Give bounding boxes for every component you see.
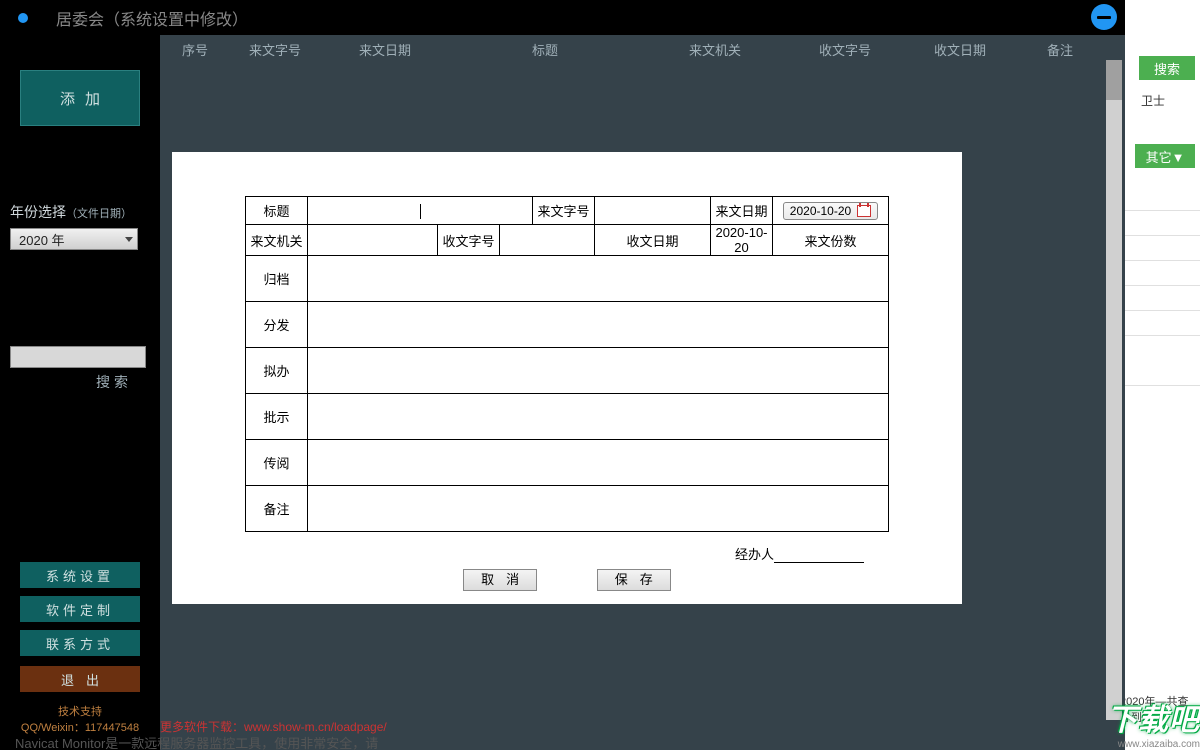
label-proposed: 拟办	[246, 348, 308, 394]
other-dropdown-button[interactable]: 其它▼	[1135, 144, 1195, 168]
label-docno: 来文字号	[533, 197, 595, 225]
col-recvdate: 收文日期	[905, 40, 1015, 59]
titlebar: 居委会（系统设置中修改）	[0, 0, 1125, 35]
col-fromorg: 来文机关	[645, 40, 785, 59]
label-docdate: 来文日期	[711, 197, 773, 225]
input-recvno[interactable]	[500, 225, 595, 256]
column-headers: 序号 来文字号 来文日期 标题 来文机关 收文字号 收文日期 备注	[165, 40, 1110, 59]
input-docno[interactable]	[595, 197, 711, 225]
label-remark: 备注	[246, 486, 308, 532]
input-docdate[interactable]: 2020-10-20	[773, 197, 889, 225]
col-docno: 来文字号	[225, 40, 325, 59]
label-distribute: 分发	[246, 302, 308, 348]
sidebar: 添加 年份选择（文件日期） 2020 年 搜索 系统设置 软件定制 联系方式 退…	[0, 35, 160, 750]
input-recvdate[interactable]: 2020-10-20	[711, 225, 773, 256]
handler-input-line[interactable]	[774, 562, 864, 563]
sidebar-search-input[interactable]	[10, 346, 146, 368]
window-title: 居委会（系统设置中修改）	[56, 6, 248, 30]
input-proposed[interactable]	[308, 348, 889, 394]
contact-button[interactable]: 联系方式	[20, 630, 140, 656]
right-text-fragment: 卫士	[1141, 92, 1165, 109]
label-recvdate: 收文日期	[595, 225, 711, 256]
label-circulate: 传阅	[246, 440, 308, 486]
calendar-icon[interactable]	[857, 205, 871, 217]
col-recvno: 收文字号	[785, 40, 905, 59]
input-approve[interactable]	[308, 394, 889, 440]
system-settings-button[interactable]: 系统设置	[20, 562, 140, 588]
app-indicator-icon	[18, 13, 28, 23]
footer-cut-text: Navicat Monitor是一款远程服务器监控工具，使用非常安全，请	[15, 733, 378, 752]
save-button[interactable]: 保存	[597, 569, 671, 591]
edit-dialog: 标题 来文字号 来文日期 2020-10-20 来文机关 收文字号 收文日期 2…	[172, 152, 962, 604]
input-distribute[interactable]	[308, 302, 889, 348]
handler-row: 经办人	[222, 544, 864, 563]
input-archive[interactable]	[308, 256, 889, 302]
exit-button[interactable]: 退出	[20, 666, 140, 692]
main-window: 居委会（系统设置中修改） 序号 来文字号 来文日期 标题 来文机关 收文字号 收…	[0, 0, 1125, 750]
minimize-button[interactable]	[1091, 4, 1117, 30]
label-fromorg: 来文机关	[246, 225, 308, 256]
form-table: 标题 来文字号 来文日期 2020-10-20 来文机关 收文字号 收文日期 2…	[245, 196, 889, 532]
input-remark[interactable]	[308, 486, 889, 532]
sidebar-search-label: 搜索	[10, 372, 150, 392]
label-archive: 归档	[246, 256, 308, 302]
input-circulate[interactable]	[308, 440, 889, 486]
col-docdate: 来文日期	[325, 40, 445, 59]
label-recvno: 收文字号	[438, 225, 500, 256]
col-title: 标题	[445, 40, 645, 59]
background-right-panel: 搜索 卫士 其它▼ 2020年—共查寻到0条	[1120, 0, 1200, 750]
vertical-scrollbar[interactable]	[1106, 60, 1122, 720]
label-copies: 来文份数	[773, 225, 889, 256]
input-title[interactable]	[308, 197, 533, 225]
cancel-button[interactable]: 取消	[463, 569, 537, 591]
search-button-right[interactable]: 搜索	[1139, 56, 1195, 80]
year-select-value: 2020 年	[19, 230, 65, 249]
col-remark: 备注	[1015, 40, 1105, 59]
year-select[interactable]: 2020 年	[10, 228, 138, 250]
software-custom-button[interactable]: 软件定制	[20, 596, 140, 622]
input-fromorg[interactable]	[308, 225, 438, 256]
status-result-count: 2020年—共查寻到0条	[1120, 693, 1195, 725]
scrollbar-thumb[interactable]	[1106, 60, 1122, 100]
col-seq: 序号	[165, 40, 225, 59]
label-approve: 批示	[246, 394, 308, 440]
tech-support-info: 技术支持 QQ/Weixin：117447548	[0, 705, 160, 736]
label-title: 标题	[246, 197, 308, 225]
add-button[interactable]: 添加	[20, 70, 140, 126]
chevron-down-icon	[125, 237, 133, 242]
year-select-label: 年份选择（文件日期）	[10, 202, 150, 222]
